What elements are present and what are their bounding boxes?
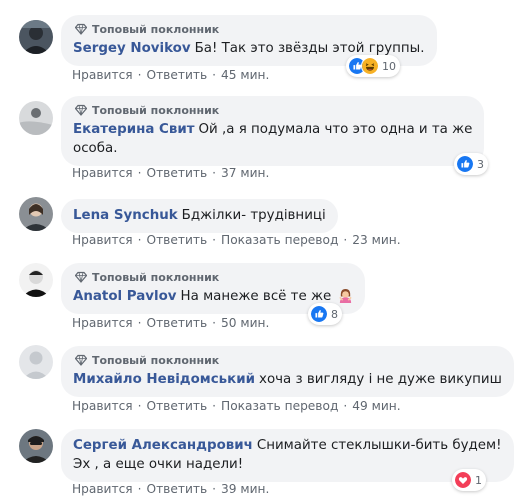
comment-bubble: Сергей Александрович Снимайте стеклышки-б… <box>61 429 514 482</box>
separator: · <box>212 233 217 247</box>
badge-label: Топовый поклонник <box>92 103 220 117</box>
separator: · <box>137 399 142 413</box>
separator: · <box>137 316 142 330</box>
top-fan-badge: Топовый поклонник <box>73 103 472 117</box>
comment-author[interactable]: Sergey Novikov <box>73 41 191 56</box>
comment-time[interactable]: 39 мин. <box>221 482 269 496</box>
comment-actions: Нравится · Ответить · 37 мин. <box>72 166 269 180</box>
like-link[interactable]: Нравится <box>72 399 133 413</box>
separator: · <box>212 316 217 330</box>
like-link[interactable]: Нравится <box>72 482 133 496</box>
reactions-summary[interactable]: 8 <box>308 303 342 325</box>
like-link[interactable]: Нравится <box>72 316 133 330</box>
comment-bubble: Lena Synchuk Бджілки- трудівниці <box>61 199 338 233</box>
comment-text: особа. <box>73 141 118 156</box>
comment-time[interactable]: 45 мин. <box>221 68 269 82</box>
badge-label: Топовый поклонник <box>92 270 220 284</box>
avatar[interactable] <box>19 197 53 231</box>
reactions-summary[interactable]: 3 <box>454 153 488 175</box>
comment-actions: Нравится · Ответить · 50 мин. <box>72 316 269 330</box>
top-fan-badge: Топовый поклонник <box>73 353 502 367</box>
reactions-summary[interactable]: 1 <box>452 469 486 491</box>
comment-actions: Нравится · Ответить · 39 мин. <box>72 482 269 496</box>
comment-time[interactable]: 50 мин. <box>221 316 269 330</box>
comment-text: Бджілки- трудівниці <box>181 208 326 223</box>
comment-time[interactable]: 49 мин. <box>352 399 400 413</box>
badge-label: Топовый поклонник <box>92 353 220 367</box>
reply-link[interactable]: Ответить <box>146 316 207 330</box>
like-icon <box>456 155 474 173</box>
comment-actions: Нравится · Ответить · 45 мин. <box>72 68 269 82</box>
show-translation-link[interactable]: Показать перевод <box>221 233 338 247</box>
love-icon <box>454 471 472 489</box>
reply-link[interactable]: Ответить <box>146 233 207 247</box>
badge-label: Топовый поклонник <box>92 22 220 36</box>
separator: · <box>212 166 217 180</box>
avatar[interactable] <box>19 429 53 463</box>
avatar[interactable] <box>19 20 53 54</box>
separator: · <box>343 233 348 247</box>
reply-link[interactable]: Ответить <box>146 482 207 496</box>
comment-time[interactable]: 23 мин. <box>352 233 400 247</box>
diamond-icon <box>75 23 87 35</box>
reaction-count: 3 <box>477 157 484 171</box>
separator: · <box>137 482 142 496</box>
like-icon <box>310 305 328 323</box>
reply-link[interactable]: Ответить <box>146 166 207 180</box>
comment-bubble: Топовый поклонник Михайло Невідомський хо… <box>61 346 514 397</box>
separator: · <box>212 68 217 82</box>
avatar[interactable] <box>19 101 53 135</box>
like-link[interactable]: Нравится <box>72 233 133 247</box>
separator: · <box>343 399 348 413</box>
top-fan-badge: Топовый поклонник <box>73 22 425 36</box>
comment-author[interactable]: Lena Synchuk <box>73 208 178 223</box>
reaction-count: 8 <box>331 307 338 321</box>
comment-text: Снимайте стеклышки-бить будем! <box>256 438 502 453</box>
show-translation-link[interactable]: Показать перевод <box>221 399 338 413</box>
comment-actions: Нравится · Ответить · Показать перевод · 23… <box>72 233 401 247</box>
separator: · <box>212 399 217 413</box>
comment-text: Эх , а еще очки надели! <box>73 457 244 472</box>
comment-text: Ой ,а я подумала что это одна и та же <box>198 122 473 137</box>
woman-gesturing-icon <box>338 288 352 303</box>
comment-text: На манеже всё те же <box>180 289 332 304</box>
diamond-icon <box>75 271 87 283</box>
comment-author[interactable]: Сергей Александрович <box>73 438 253 453</box>
avatar[interactable] <box>19 263 53 297</box>
comment-actions: Нравится · Ответить · Показать перевод · 49… <box>72 399 401 413</box>
comment-author[interactable]: Екатерина Свит <box>73 122 194 137</box>
comment-text: Ба! Так это звёзды этой группы. <box>194 41 425 56</box>
avatar[interactable] <box>19 345 53 379</box>
top-fan-badge: Топовый поклонник <box>73 270 353 284</box>
comment-text: хоча з вигляду і не дуже викупиш <box>259 372 502 387</box>
separator: · <box>137 68 142 82</box>
separator: · <box>137 166 142 180</box>
reply-link[interactable]: Ответить <box>146 68 207 82</box>
reaction-count: 1 <box>475 473 482 487</box>
reply-link[interactable]: Ответить <box>146 399 207 413</box>
diamond-icon <box>75 354 87 366</box>
reaction-count: 10 <box>382 59 396 73</box>
like-link[interactable]: Нравится <box>72 166 133 180</box>
comment-time[interactable]: 37 мин. <box>221 166 269 180</box>
comment-author[interactable]: Anatol Pavlov <box>73 289 177 304</box>
comment-author[interactable]: Михайло Невідомський <box>73 372 255 387</box>
comment-bubble: Топовый поклонник Екатерина Свит Ой ,а я … <box>61 96 485 166</box>
diamond-icon <box>75 104 87 116</box>
reactions-summary[interactable]: 10 <box>346 55 400 77</box>
like-link[interactable]: Нравится <box>72 68 133 82</box>
haha-icon <box>361 57 379 75</box>
separator: · <box>212 482 217 496</box>
separator: · <box>137 233 142 247</box>
